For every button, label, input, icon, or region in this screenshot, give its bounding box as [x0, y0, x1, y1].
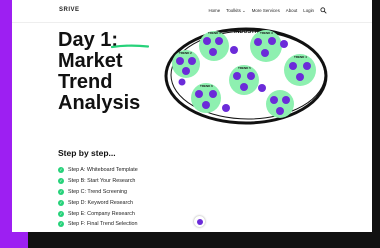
nav-dot-icon: [196, 218, 203, 225]
nav-item-more-services[interactable]: More Services: [252, 7, 280, 14]
keyword-dot: [268, 37, 276, 45]
keyword-dot: [188, 57, 196, 65]
keyword-dot: [195, 90, 203, 98]
keyword-dot: [240, 83, 248, 91]
keyword-dot: [209, 90, 217, 98]
step-item[interactable]: ✓ Step E: Company Research: [58, 210, 138, 218]
check-circle-icon: ✓: [58, 199, 64, 206]
trend-bubble-4: TREND 4: [284, 54, 316, 86]
nav-menu: Home Toolkits ⌄ More Services About Logi…: [208, 7, 327, 14]
keyword-dot: [182, 67, 190, 75]
check-circle-icon: ✓: [58, 221, 64, 228]
keyword-dot: [289, 62, 297, 70]
trend-bubble-3: TREND 3: [250, 30, 282, 62]
step-item[interactable]: ✓ Step B: Start Your Research: [58, 177, 138, 185]
keyword-dot: [202, 101, 210, 109]
page-shadow-right: [372, 0, 380, 248]
title-line-3: Trend: [58, 71, 113, 93]
nav-item-toolkits[interactable]: Toolkits ⌄: [226, 7, 246, 14]
title-line-1: Day 1:: [58, 29, 119, 51]
step-label: Step D: Keyword Research: [68, 199, 134, 206]
steps-heading: Step by step...: [58, 148, 116, 158]
step-item[interactable]: ✓ Step A: Whiteboard Template: [58, 166, 138, 174]
check-circle-icon: ✓: [58, 188, 64, 195]
step-label: Step E: Company Research: [68, 210, 135, 217]
floating-nav-button[interactable]: [194, 216, 205, 227]
trend-label-3: TREND 3: [260, 31, 273, 35]
trend-label-6: TREND 6: [200, 84, 213, 88]
title-line-2: Market: [58, 50, 123, 72]
keyword-dot: [176, 57, 184, 65]
steps-list: ✓ Step A: Whiteboard Template ✓ Step B: St…: [58, 166, 138, 231]
page-title: Day 1: Market Trend Analysis: [58, 30, 168, 114]
keyword-dot: [270, 96, 278, 104]
keyword-dot: [296, 73, 304, 81]
search-icon[interactable]: [320, 7, 327, 14]
keyword-dot: [209, 48, 217, 56]
trend-label-1: TREND 1: [208, 31, 221, 35]
trend-bubble-6: TREND 6: [191, 83, 221, 113]
step-item[interactable]: ✓ Step F: Final Trend Selection: [58, 220, 138, 228]
trend-bubble-1: TREND 1: [199, 31, 229, 61]
keyword-dot: [282, 96, 290, 104]
trend-bubble-2: TREND 2: [172, 50, 200, 78]
step-label: Step C: Trend Screening: [68, 188, 128, 195]
nav-item-login[interactable]: Login: [303, 7, 314, 14]
industry-trend-diagram: INDUSTRY TREND 1 TREND 2 TREND 3 TREND 4: [164, 27, 328, 125]
check-circle-icon: ✓: [58, 210, 64, 217]
keyword-dot: [261, 49, 269, 57]
keyword-dot: [215, 37, 223, 45]
step-item[interactable]: ✓ Step C: Trend Screening: [58, 188, 138, 196]
keyword-dot: [303, 62, 311, 70]
nav-item-about[interactable]: About: [286, 7, 297, 14]
trend-label-4: TREND 4: [294, 55, 307, 59]
step-item[interactable]: ✓ Step D: Keyword Research: [58, 199, 138, 207]
trend-bubble-5: TREND 5: [229, 65, 259, 95]
trend-label-5: TREND 5: [238, 66, 251, 70]
keyword-dot: [276, 107, 284, 115]
step-label: Step F: Final Trend Selection: [68, 221, 138, 228]
trend-label-2: TREND 2: [179, 51, 192, 55]
keyword-dot: [247, 72, 255, 80]
check-circle-icon: ✓: [58, 177, 64, 184]
step-label: Step A: Whiteboard Template: [68, 167, 138, 173]
title-underline-stroke: [111, 44, 149, 49]
step-label: Step B: Start Your Research: [68, 177, 136, 184]
site-logo[interactable]: SRIVE: [59, 7, 80, 13]
keyword-dot: [233, 72, 241, 80]
trend-bubble-7: [266, 90, 294, 118]
keyword-dot: [254, 38, 262, 46]
top-navigation: SRIVE Home Toolkits ⌄ More Services Abou…: [12, 0, 372, 23]
nav-item-home[interactable]: Home: [208, 7, 220, 14]
check-circle-icon: ✓: [58, 167, 64, 173]
page-content: SRIVE Home Toolkits ⌄ More Services Abou…: [12, 0, 372, 232]
keyword-dot: [203, 37, 211, 45]
title-line-4: Analysis: [58, 92, 141, 114]
page-shadow-bottom: [28, 232, 372, 248]
